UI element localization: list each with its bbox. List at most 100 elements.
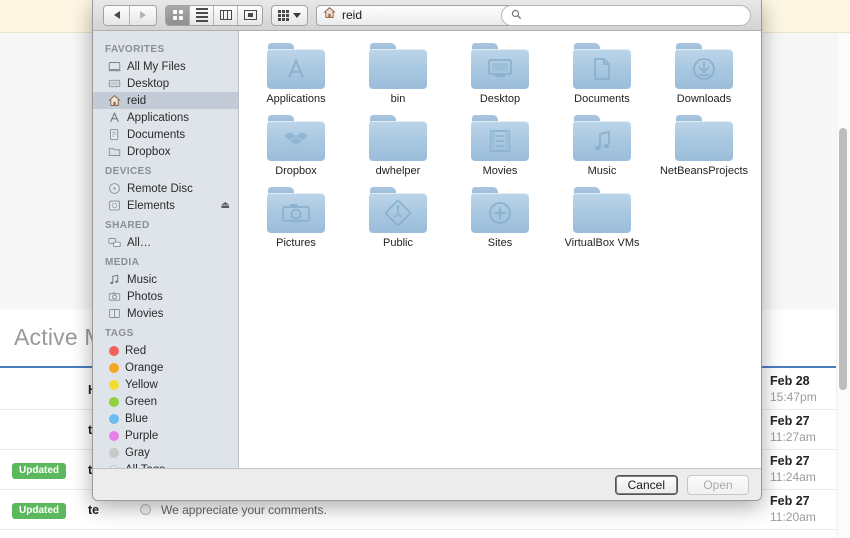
file-name: bin bbox=[390, 93, 406, 105]
file-item-virtualbox-vms[interactable]: VirtualBox VMs bbox=[551, 187, 653, 249]
sidebar-item-remote-disc[interactable]: Remote Disc bbox=[93, 180, 238, 197]
search-input[interactable] bbox=[527, 8, 741, 23]
folder-icon bbox=[675, 43, 733, 89]
sidebar-item-tag-red[interactable]: Red bbox=[93, 342, 238, 359]
file-item-music[interactable]: Music bbox=[551, 115, 653, 177]
sidebar-item-tag-gray[interactable]: Gray bbox=[93, 444, 238, 461]
back-button[interactable] bbox=[104, 5, 130, 25]
file-item-documents[interactable]: Documents bbox=[551, 43, 653, 105]
sidebar-item-desktop[interactable]: Desktop bbox=[93, 75, 238, 92]
file-item-sites[interactable]: Sites bbox=[449, 187, 551, 249]
file-item-applications[interactable]: Applications bbox=[245, 43, 347, 105]
sidebar-item-label: Applications bbox=[127, 111, 190, 124]
view-mode-buttons bbox=[165, 4, 263, 26]
filmstrip-emblem bbox=[471, 128, 529, 154]
sidebar-item-elements[interactable]: Elements ⏏ bbox=[93, 197, 238, 214]
forward-button[interactable] bbox=[130, 5, 156, 25]
sidebar-item-tag-purple[interactable]: Purple bbox=[93, 427, 238, 444]
sidebar-item-label: Orange bbox=[125, 361, 164, 374]
list-view-button[interactable] bbox=[190, 5, 214, 25]
tag-dot-icon bbox=[109, 379, 119, 390]
folder-icon bbox=[369, 43, 427, 89]
sidebar-item-label: Movies bbox=[127, 307, 164, 320]
home-icon bbox=[323, 6, 336, 24]
sidebar-item-documents[interactable]: Documents bbox=[93, 126, 238, 143]
folder-icon bbox=[369, 187, 427, 233]
sidebar-section-header-shared: SHARED bbox=[105, 220, 150, 231]
arrow-left-icon bbox=[113, 11, 120, 19]
sidebar-item-all-shared[interactable]: All… bbox=[93, 234, 238, 251]
applications-icon bbox=[107, 111, 121, 125]
file-item-pictures[interactable]: Pictures bbox=[245, 187, 347, 249]
file-name: Applications bbox=[266, 93, 326, 105]
file-name: NetBeansProjects bbox=[659, 165, 749, 177]
search-field[interactable] bbox=[501, 5, 751, 26]
document-page-emblem bbox=[573, 56, 631, 82]
tag-dot-icon bbox=[109, 464, 119, 468]
sidebar-section-header-tags: TAGS bbox=[105, 328, 134, 339]
file-name: Documents bbox=[574, 93, 630, 105]
file-item-desktop[interactable]: Desktop bbox=[449, 43, 551, 105]
file-name: Sites bbox=[487, 237, 513, 249]
sidebar-item-label: Dropbox bbox=[127, 145, 171, 158]
chevron-down-icon bbox=[293, 12, 301, 18]
arrange-button[interactable] bbox=[271, 4, 308, 26]
sidebar-item-tag-blue[interactable]: Blue bbox=[93, 410, 238, 427]
sidebar-section-header-media: MEDIA bbox=[105, 257, 140, 268]
sidebar-item-tag-green[interactable]: Green bbox=[93, 393, 238, 410]
page-scrollbar-thumb[interactable] bbox=[839, 128, 847, 390]
folder-icon bbox=[471, 43, 529, 89]
folder-icon bbox=[107, 145, 121, 159]
table-row[interactable]: Updated test Labs were not received yet.… bbox=[0, 530, 850, 538]
folder-icon bbox=[369, 115, 427, 161]
network-icon bbox=[107, 236, 121, 250]
dropbox-emblem bbox=[267, 128, 325, 154]
sidebar-item-reid[interactable]: reid bbox=[93, 92, 238, 109]
sidebar-item-movies[interactable]: Movies bbox=[93, 305, 238, 322]
sidebar-item-tag-orange[interactable]: Orange bbox=[93, 359, 238, 376]
grid-icon bbox=[172, 10, 183, 20]
file-item-public[interactable]: Public bbox=[347, 187, 449, 249]
tag-dot-icon bbox=[109, 430, 119, 441]
file-item-bin[interactable]: bin bbox=[347, 43, 449, 105]
sidebar-item-photos[interactable]: Photos bbox=[93, 288, 238, 305]
sidebar-item-label: reid bbox=[127, 94, 147, 107]
open-button: Open bbox=[687, 474, 749, 495]
sidebar-item-tag-yellow[interactable]: Yellow bbox=[93, 376, 238, 393]
file-browser-content[interactable]: Applications bin Desktop Documents Downl… bbox=[239, 31, 761, 468]
tag-dot-icon bbox=[109, 447, 119, 458]
folder-icon bbox=[573, 43, 631, 89]
row-status-dot bbox=[140, 504, 151, 515]
file-item-dwhelper[interactable]: dwhelper bbox=[347, 115, 449, 177]
folder-icon bbox=[573, 115, 631, 161]
eject-icon[interactable]: ⏏ bbox=[221, 200, 230, 211]
sidebar-item-label: Gray bbox=[125, 446, 150, 459]
sidebar-item-all-my-files[interactable]: All My Files bbox=[93, 58, 238, 75]
folder-icon bbox=[267, 115, 325, 161]
sidebar-item-label: Purple bbox=[125, 429, 159, 442]
tag-dot-icon bbox=[109, 396, 119, 407]
file-item-movies[interactable]: Movies bbox=[449, 115, 551, 177]
home-icon bbox=[107, 94, 121, 108]
status-badge: Updated bbox=[12, 503, 66, 519]
column-view-button[interactable] bbox=[214, 5, 238, 25]
sidebar-item-dropbox[interactable]: Dropbox bbox=[93, 143, 238, 160]
dialog-body: FAVORITES All My Files Desktop reid Appl… bbox=[93, 31, 761, 468]
file-name: Downloads bbox=[676, 93, 732, 105]
sidebar-item-music[interactable]: Music bbox=[93, 271, 238, 288]
file-item-downloads[interactable]: Downloads bbox=[653, 43, 755, 105]
sidebar-item-label: All… bbox=[127, 236, 152, 249]
appstore-a-emblem bbox=[267, 56, 325, 82]
icon-view-button[interactable] bbox=[166, 5, 190, 25]
file-item-dropbox[interactable]: Dropbox bbox=[245, 115, 347, 177]
sidebar-item-label: All Tags… bbox=[125, 464, 177, 469]
sidebar-item-applications[interactable]: Applications bbox=[93, 109, 238, 126]
compass-emblem bbox=[471, 200, 529, 226]
file-item-netbeansprojects[interactable]: NetBeansProjects bbox=[653, 115, 755, 177]
sidebar-item-label: Blue bbox=[125, 412, 149, 425]
sidebar-item-label: Red bbox=[125, 344, 147, 357]
path-popup-button[interactable]: reid bbox=[316, 4, 516, 26]
sidebar-item-all-tags[interactable]: All Tags… bbox=[93, 461, 238, 468]
cancel-button[interactable]: Cancel bbox=[614, 474, 678, 495]
coverflow-view-button[interactable] bbox=[238, 5, 262, 25]
